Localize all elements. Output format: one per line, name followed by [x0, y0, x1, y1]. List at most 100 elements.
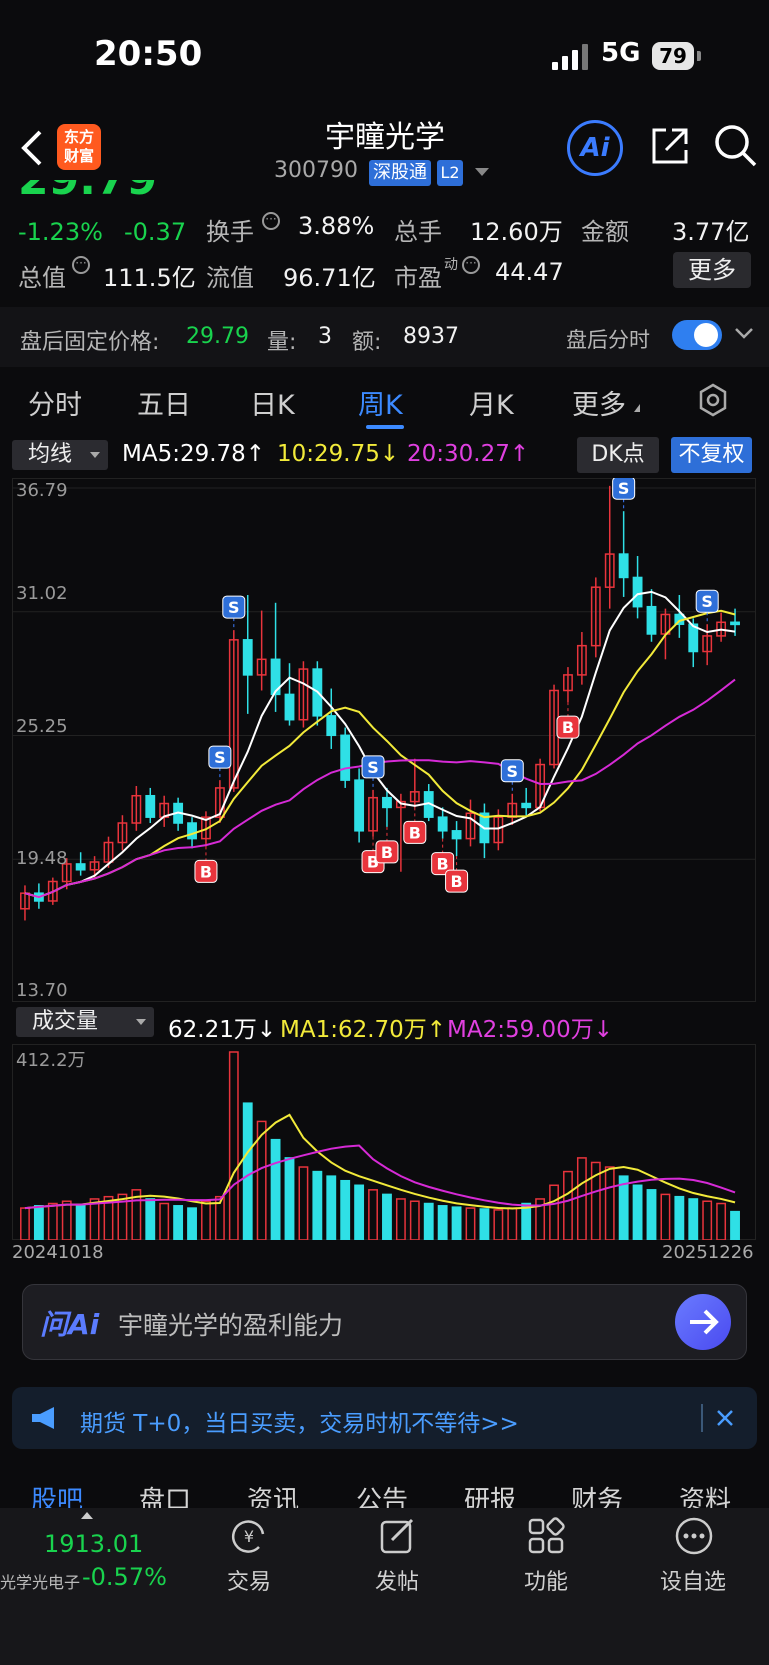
back-arrow-icon[interactable]	[18, 128, 46, 168]
mktcap-label: 总值	[18, 264, 66, 292]
megaphone-icon	[32, 1407, 54, 1429]
chevron-down-icon[interactable]	[734, 326, 754, 340]
info-icon[interactable]: ···	[72, 256, 90, 274]
after-hours-toggle-label: 盘后分时	[566, 328, 650, 352]
candle-body	[242, 639, 253, 676]
tab-orderbook[interactable]: 盘口	[139, 1480, 191, 1508]
dk-point-button[interactable]: DK点	[577, 437, 659, 473]
buy-signal-marker: B	[431, 838, 455, 876]
index-value[interactable]: 1913.01	[44, 1530, 143, 1558]
volume-bar	[312, 1170, 323, 1240]
tab-weekly-k[interactable]: 周K	[358, 383, 403, 422]
active-tab-indicator	[366, 425, 404, 429]
tab-finance[interactable]: 财务	[571, 1480, 623, 1508]
svg-text:B: B	[409, 823, 421, 842]
edit-post-icon[interactable]	[378, 1516, 418, 1556]
volume-bar	[632, 1184, 643, 1240]
tab-profile[interactable]: 资料	[679, 1480, 731, 1508]
volume-bar	[507, 1207, 518, 1240]
svg-text:S: S	[701, 592, 713, 611]
volume-dropdown[interactable]: 成交量	[16, 1007, 154, 1037]
buy-signal-marker: B	[375, 826, 399, 864]
svg-text:B: B	[200, 862, 212, 881]
tab-research[interactable]: 研报	[464, 1480, 516, 1508]
svg-text:S: S	[507, 762, 519, 781]
candle-body	[354, 779, 365, 832]
ask-ai-question[interactable]: 宇瞳光学的盈利能力	[118, 1306, 343, 1342]
volume-bar	[228, 1051, 239, 1240]
svg-text:S: S	[228, 598, 240, 617]
volume-bar	[660, 1193, 671, 1240]
index-change: -0.57%	[82, 1563, 167, 1591]
volume-bar	[354, 1184, 365, 1240]
tab-news[interactable]: 资讯	[247, 1480, 299, 1508]
candle-body	[730, 621, 740, 626]
info-icon[interactable]: ···	[262, 212, 280, 230]
nav-post[interactable]: 发帖	[357, 1564, 437, 1596]
buy-signal-marker: B	[194, 846, 218, 883]
gear-icon[interactable]	[696, 383, 730, 417]
pe-sup: 动	[444, 257, 458, 273]
amount-label: 金额	[581, 218, 629, 246]
turnover-label: 换手	[206, 218, 254, 246]
tab-5day[interactable]: 五日	[137, 383, 191, 422]
tab-daily-k[interactable]: 日K	[250, 383, 295, 422]
sell-signal-marker: S	[500, 759, 524, 794]
tab-announcements[interactable]: 公告	[356, 1480, 408, 1508]
caret-up-icon[interactable]	[81, 1512, 93, 1519]
volume-bar	[368, 1189, 378, 1240]
volume-ma1: MA1:62.70万↑	[280, 1017, 447, 1043]
network-type: 5G	[601, 38, 641, 68]
grid-functions-icon[interactable]	[526, 1516, 566, 1556]
info-icon[interactable]: ···	[462, 256, 480, 274]
candle-body	[187, 822, 197, 840]
ma-dropdown[interactable]: 均线	[12, 440, 108, 470]
arrow-right-icon[interactable]	[675, 1294, 731, 1350]
close-icon[interactable]	[715, 1408, 735, 1428]
after-hours-amt: 8937	[403, 324, 459, 349]
yuan-exchange-icon[interactable]: ¥	[229, 1516, 269, 1556]
volume-bar	[395, 1198, 406, 1240]
y-label: 31.02	[16, 583, 68, 604]
more-button[interactable]: 更多	[673, 252, 751, 288]
more-dots-icon[interactable]	[674, 1516, 714, 1556]
volume-bar	[479, 1208, 490, 1240]
search-icon[interactable]	[712, 122, 758, 168]
svg-text:¥: ¥	[244, 1527, 254, 1546]
volume-chart[interactable]	[12, 1044, 756, 1240]
volume-bar	[270, 1138, 281, 1240]
date-start: 20241018	[12, 1242, 104, 1263]
volume-bar	[604, 1166, 615, 1240]
nav-trade[interactable]: 交易	[209, 1564, 289, 1596]
tab-more[interactable]: 更多	[572, 383, 626, 422]
buy-signal-marker: B	[403, 807, 427, 844]
volume-bar	[326, 1175, 337, 1240]
tab-monthly-k[interactable]: 月K	[469, 383, 514, 422]
volume-bar	[465, 1207, 476, 1240]
app-logo[interactable]: 东方财富	[57, 124, 101, 170]
sell-signal-marker: S	[612, 478, 636, 512]
candle-body	[326, 715, 337, 737]
volume-bar	[576, 1157, 587, 1240]
share-icon[interactable]	[648, 124, 692, 168]
no-adjust-button[interactable]: 不复权	[671, 437, 752, 473]
nav-add-watchlist[interactable]: 设自选	[653, 1564, 733, 1596]
volume-bar	[437, 1205, 448, 1240]
ai-button[interactable]: Ai	[567, 120, 623, 176]
volume-bar	[173, 1205, 184, 1240]
stock-name: 宇瞳光学	[325, 120, 445, 155]
change-value: -0.37	[124, 218, 187, 246]
tab-intraday[interactable]: 分时	[28, 383, 82, 422]
candlestick-chart[interactable]: SSS SSSBBBBBBB	[12, 478, 756, 1002]
volume-bar	[382, 1193, 392, 1240]
nav-functions[interactable]: 功能	[506, 1564, 586, 1596]
stock-switch-caret-icon[interactable]	[475, 168, 489, 176]
level2-badge: L2	[437, 160, 463, 186]
tab-forum[interactable]: 股吧	[31, 1480, 83, 1508]
volume-bar	[549, 1184, 559, 1240]
change-pct: -1.23%	[18, 218, 103, 246]
battery-icon: 79	[652, 42, 694, 70]
volume-bar	[674, 1195, 685, 1240]
date-end: 20251226	[662, 1242, 754, 1263]
volume-bar	[493, 1209, 504, 1240]
